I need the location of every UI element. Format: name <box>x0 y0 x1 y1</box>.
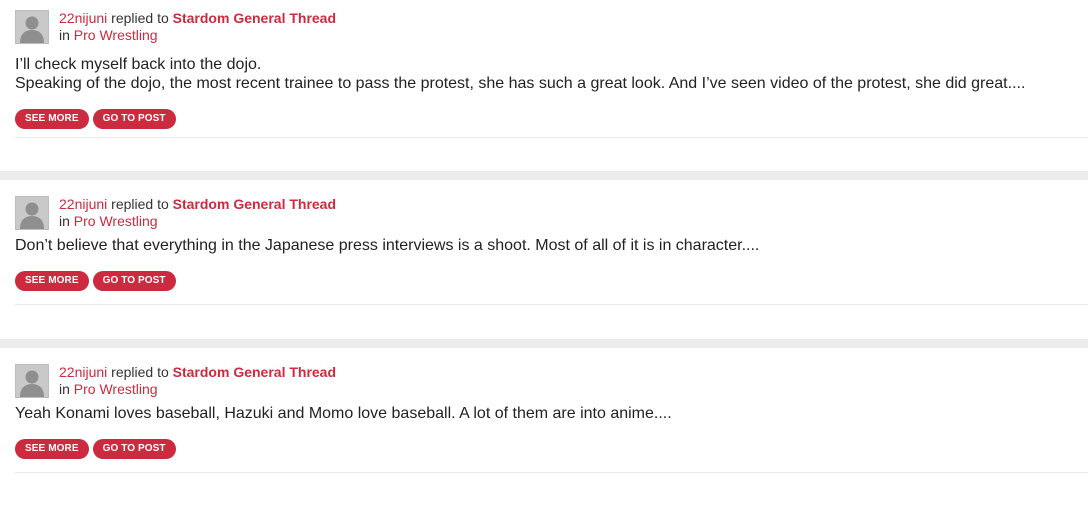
excerpt-line: Don’t believe that everything in the Jap… <box>15 237 760 254</box>
section-separator <box>0 339 1088 348</box>
section-separator <box>0 171 1088 180</box>
user-avatar-icon[interactable] <box>15 196 49 230</box>
forum-link[interactable]: Pro Wrestling <box>74 381 158 397</box>
activity-meta: 22nijuni replied to Stardom General Thre… <box>15 364 1088 400</box>
activity-item: 22nijuni replied to Stardom General Thre… <box>0 0 1088 171</box>
activity-meta: 22nijuni replied to Stardom General Thre… <box>15 10 1088 46</box>
username-link[interactable]: 22nijuni <box>59 364 107 380</box>
go-to-post-button[interactable]: GO TO POST <box>92 109 176 129</box>
activity-feed: 22nijuni replied to Stardom General Thre… <box>0 0 1088 508</box>
item-divider <box>15 137 1088 138</box>
user-avatar-icon[interactable] <box>15 10 49 44</box>
forum-link[interactable]: Pro Wrestling <box>74 213 158 229</box>
excerpt-line: Speaking of the dojo, the most recent tr… <box>15 75 1026 92</box>
forum-link[interactable]: Pro Wrestling <box>74 27 158 43</box>
thread-title-link[interactable]: Stardom General Thread <box>173 364 336 380</box>
thread-title-link[interactable]: Stardom General Thread <box>173 10 336 26</box>
activity-verb: replied to <box>111 364 169 380</box>
go-to-post-button[interactable]: GO TO POST <box>92 439 176 459</box>
user-avatar-icon[interactable] <box>15 364 49 398</box>
thread-title-link[interactable]: Stardom General Thread <box>173 196 336 212</box>
post-actions: SEE MORE GO TO POST <box>15 439 1088 459</box>
post-actions: SEE MORE GO TO POST <box>15 271 1088 291</box>
activity-verb: replied to <box>111 196 169 212</box>
in-label: in <box>59 27 70 43</box>
in-label: in <box>59 381 70 397</box>
username-link[interactable]: 22nijuni <box>59 196 107 212</box>
item-divider <box>15 304 1088 305</box>
activity-verb: replied to <box>111 10 169 26</box>
see-more-button[interactable]: SEE MORE <box>15 271 89 291</box>
post-excerpt: I’ll check myself back into the dojo. Sp… <box>15 55 1088 93</box>
item-divider <box>15 472 1088 473</box>
excerpt-line: Yeah Konami loves baseball, Hazuki and M… <box>15 405 672 422</box>
excerpt-line: I’ll check myself back into the dojo. <box>15 56 262 73</box>
activity-item: 22nijuni replied to Stardom General Thre… <box>0 180 1088 339</box>
see-more-button[interactable]: SEE MORE <box>15 439 89 459</box>
activity-meta: 22nijuni replied to Stardom General Thre… <box>15 196 1088 232</box>
post-actions: SEE MORE GO TO POST <box>15 109 1088 129</box>
go-to-post-button[interactable]: GO TO POST <box>92 271 176 291</box>
username-link[interactable]: 22nijuni <box>59 10 107 26</box>
in-label: in <box>59 213 70 229</box>
post-excerpt: Yeah Konami loves baseball, Hazuki and M… <box>15 404 1088 423</box>
see-more-button[interactable]: SEE MORE <box>15 109 89 129</box>
activity-item: 22nijuni replied to Stardom General Thre… <box>0 348 1088 508</box>
post-excerpt: Don’t believe that everything in the Jap… <box>15 236 1088 255</box>
